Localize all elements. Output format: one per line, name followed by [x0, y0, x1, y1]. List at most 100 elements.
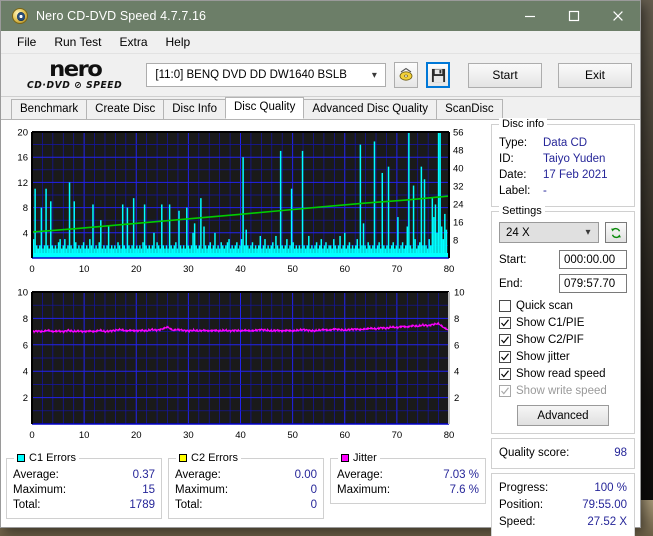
speed-value: 27.52 X	[587, 516, 627, 528]
c1-maximum-label: Maximum:	[13, 484, 67, 496]
menu-item-run-test[interactable]: Run Test	[45, 33, 110, 51]
settings-panel: Settings 24 X ▾ Start: 000:00.00 End: 07…	[491, 205, 635, 434]
position-row: Position: 79:55.00	[499, 497, 627, 514]
svg-text:48: 48	[453, 146, 464, 157]
svg-text:16: 16	[17, 153, 28, 164]
toolbar: nero CD·DVD ⊘ SPEED [11:0] BENQ DVD DD D…	[1, 54, 640, 97]
stat-row: Maximum: 15	[13, 483, 155, 498]
tab-disc-quality[interactable]: Disc Quality	[225, 97, 305, 119]
jitter-average-label: Average:	[337, 469, 383, 481]
start-input[interactable]: 000:00.00	[559, 250, 627, 269]
stat-row: Maximum: 7.6 %	[337, 483, 479, 498]
progress-row: Progress: 100 %	[499, 480, 627, 497]
speed-select-value: 24 X	[506, 226, 530, 239]
speed-select[interactable]: 24 X ▾	[499, 222, 599, 243]
menu-item-file[interactable]: File	[8, 33, 45, 51]
position-label: Position:	[499, 499, 544, 511]
checkbox-label: Show write speed	[516, 385, 607, 397]
svg-text:8: 8	[454, 314, 459, 325]
tab-advanced-disc-quality[interactable]: Advanced Disc Quality	[303, 99, 438, 119]
checkbox-icon	[499, 300, 511, 312]
stat-row: Average: 7.03 %	[337, 468, 479, 483]
advanced-button[interactable]: Advanced	[517, 405, 609, 426]
checkbox-show-jitter[interactable]: Show jitter	[499, 349, 627, 365]
checkbox-show-c1-pie[interactable]: Show C1/PIE	[499, 315, 627, 331]
logo-tagline: CD·DVD ⊘ SPEED	[27, 80, 123, 92]
disc-info-row: Type: Data CD	[499, 135, 627, 151]
tab-scandisc[interactable]: ScanDisc	[436, 99, 503, 119]
svg-text:10: 10	[17, 288, 28, 299]
checkmark-icon	[499, 317, 511, 329]
svg-text:32: 32	[453, 182, 464, 193]
jitter-legend: Jitter	[338, 452, 380, 464]
c1-total-label: Total:	[13, 499, 41, 511]
tab-disc-info[interactable]: Disc Info	[163, 99, 226, 119]
c2-total-label: Total:	[175, 499, 203, 511]
stat-row: Average: 0.37	[13, 468, 155, 483]
menu-bar: File Run Test Extra Help	[1, 31, 640, 54]
end-input[interactable]: 079:57.70	[559, 274, 627, 293]
disc-info-row: Date: 17 Feb 2021	[499, 167, 627, 183]
checkbox-show-c2-pif[interactable]: Show C2/PIF	[499, 332, 627, 348]
maximize-icon[interactable]	[552, 1, 596, 31]
progress-label: Progress:	[499, 482, 549, 494]
position-value: 79:55.00	[582, 499, 627, 511]
tab-benchmark[interactable]: Benchmark	[11, 99, 88, 119]
checkbox-label: Show read speed	[516, 368, 606, 380]
refresh-icon[interactable]	[605, 222, 627, 243]
checkmark-icon	[499, 351, 511, 363]
checkmark-icon	[499, 334, 511, 346]
speed-row: 24 X ▾	[499, 222, 627, 243]
start-button[interactable]: Start	[468, 62, 542, 88]
drive-select[interactable]: [11:0] BENQ DVD DD DW1640 BSLB ▾	[146, 63, 387, 87]
svg-text:2: 2	[454, 393, 459, 404]
svg-text:6: 6	[23, 340, 28, 351]
svg-text:12: 12	[17, 178, 28, 189]
svg-text:20: 20	[131, 264, 142, 275]
window-controls	[508, 1, 640, 31]
svg-text:4: 4	[23, 228, 28, 239]
save-floppy-icon[interactable]	[426, 62, 450, 88]
checkbox-show-write-speed: Show write speed	[499, 383, 627, 399]
svg-text:50: 50	[287, 430, 298, 441]
svg-text:40: 40	[453, 164, 464, 175]
tab-content-disc-quality: 4 8 12 16 20 8 16 24 32 40 48 56 0 10 20 30 40 50 60 70 80 2…	[1, 118, 640, 536]
c1-errors-title: C1 Errors	[29, 452, 77, 464]
svg-text:4: 4	[454, 367, 459, 378]
window-title: Nero CD-DVD Speed 4.7.7.16	[36, 9, 207, 23]
c2-errors-title: C2 Errors	[191, 452, 239, 464]
jitter-maximum-value: 7.6 %	[449, 484, 479, 496]
settings-title: Settings	[499, 205, 545, 217]
tab-create-disc[interactable]: Create Disc	[86, 99, 165, 119]
end-label: End:	[499, 277, 523, 290]
svg-text:8: 8	[23, 314, 28, 325]
menu-item-extra[interactable]: Extra	[110, 33, 156, 51]
c2-maximum-label: Maximum:	[175, 484, 229, 496]
eject-disc-icon[interactable]	[394, 62, 419, 88]
exit-button[interactable]: Exit	[558, 62, 632, 88]
charts-and-stats: 4 8 12 16 20 8 16 24 32 40 48 56 0 10 20 30 40 50 60 70 80 2…	[6, 124, 486, 522]
svg-text:70: 70	[392, 430, 403, 441]
jitter-chart: 2 4 6 8 10 2 4 6 8 10 0 10 20 30 40 50 60 70 80	[6, 284, 486, 454]
checkbox-show-read-speed[interactable]: Show read speed	[499, 366, 627, 382]
checkmark-icon	[499, 368, 511, 380]
svg-text:16: 16	[453, 218, 464, 229]
checkbox-label: Show C1/PIE	[516, 317, 585, 329]
c1-errors-stats: C1 Errors Average: 0.37 Maximum: 15 Total:…	[6, 452, 162, 519]
checkbox-quick-scan[interactable]: Quick scan	[499, 298, 627, 314]
start-label: Start:	[499, 253, 527, 266]
close-icon[interactable]	[596, 1, 640, 31]
checkbox-label: Show C2/PIF	[516, 334, 584, 346]
svg-text:2: 2	[23, 393, 28, 404]
jitter-color-swatch	[341, 454, 349, 462]
svg-text:0: 0	[29, 430, 34, 441]
disc-id-value: Taiyo Yuden	[543, 153, 606, 165]
menu-item-help[interactable]: Help	[157, 33, 200, 51]
minimize-icon[interactable]	[508, 1, 552, 31]
svg-text:80: 80	[444, 430, 455, 441]
chevron-down-icon: ▾	[585, 227, 591, 238]
disc-id-label: ID:	[499, 153, 514, 165]
nero-logo: nero CD·DVD ⊘ SPEED	[15, 59, 134, 91]
c2-total-value: 0	[310, 499, 317, 511]
svg-text:80: 80	[444, 264, 455, 275]
